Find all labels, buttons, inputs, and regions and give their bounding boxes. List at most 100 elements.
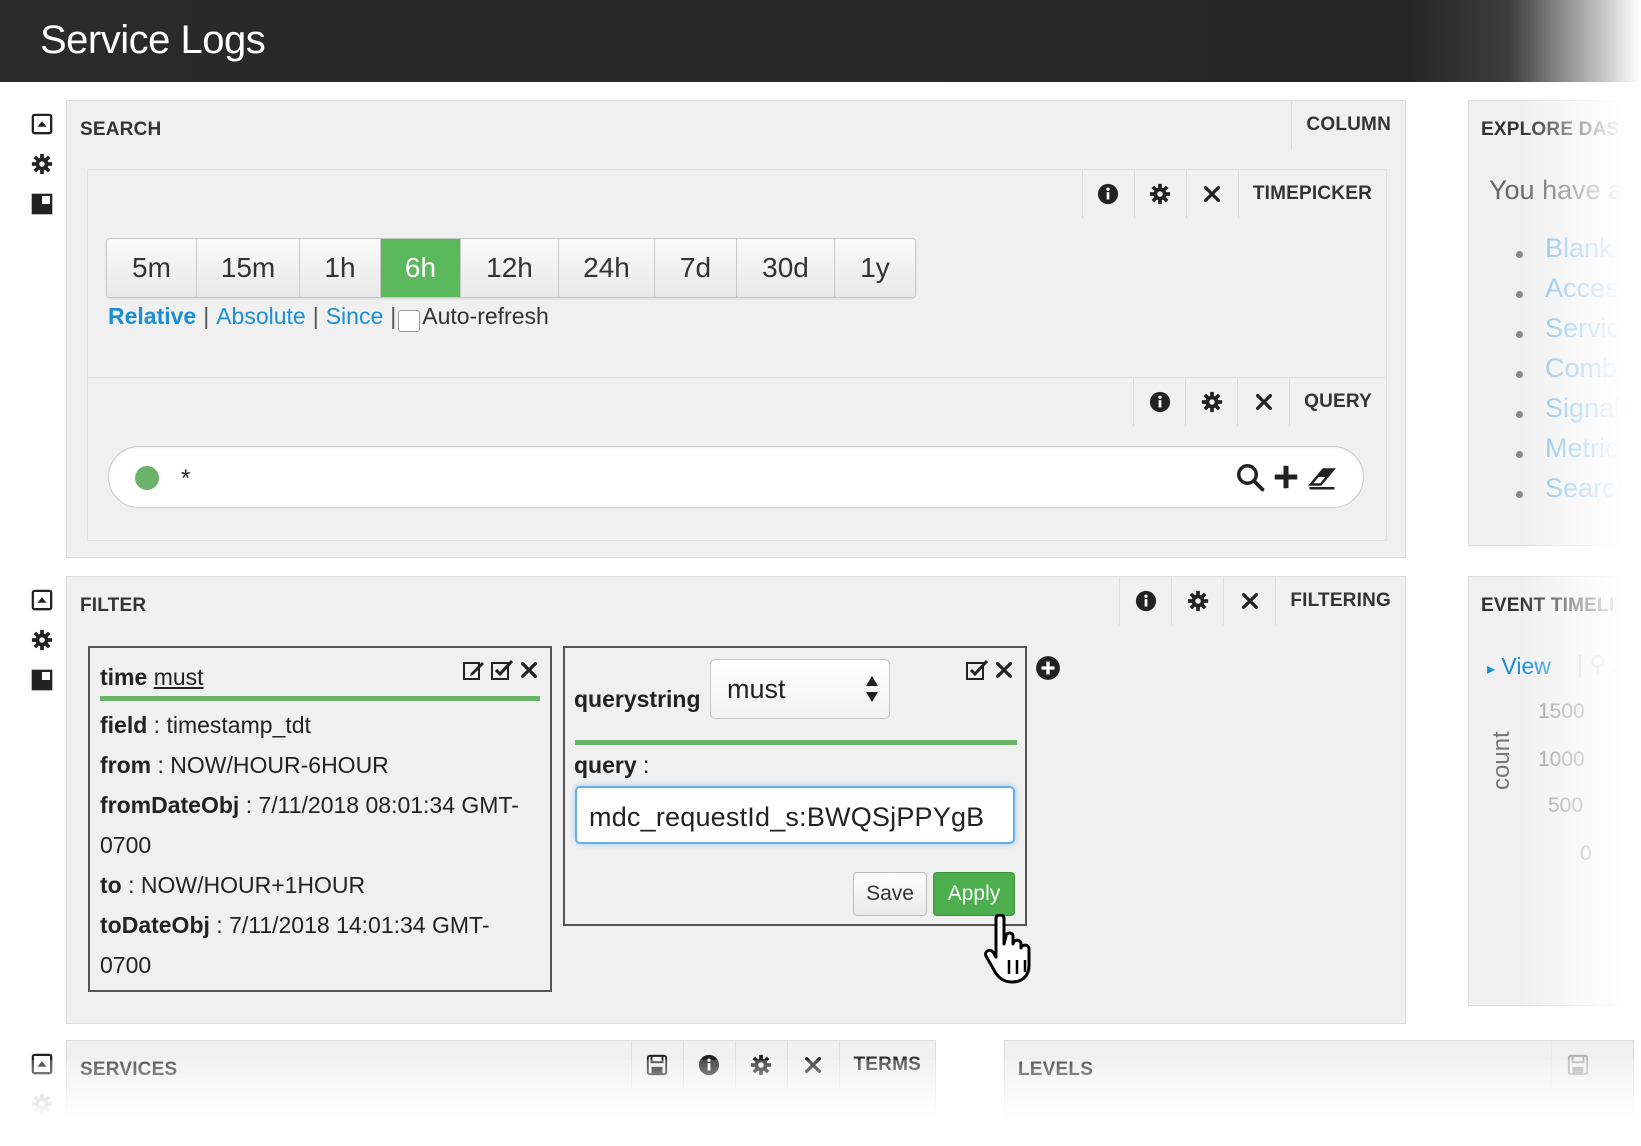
tab-terms[interactable]: TERMS <box>838 1041 935 1089</box>
time-range-button[interactable]: 12h <box>461 239 559 297</box>
time-range-button-active[interactable]: 6h <box>381 239 461 297</box>
filter-mode-link[interactable]: must <box>154 664 204 690</box>
bullet <box>1516 291 1523 298</box>
query-input[interactable]: * <box>108 446 1364 508</box>
bullet <box>1516 331 1523 338</box>
dashboard-link[interactable]: Combi <box>1545 353 1623 384</box>
close-icon[interactable] <box>993 659 1015 681</box>
gear-icon[interactable] <box>734 1041 787 1089</box>
autorefresh-label: Auto-refresh <box>422 303 549 329</box>
services-panel: SERVICES TERMS proxy 5,327 6000 <box>66 1040 936 1146</box>
gear-icon[interactable] <box>1171 577 1224 625</box>
separator: | <box>312 303 319 329</box>
time-range-button[interactable]: 7d <box>655 239 737 297</box>
panel-title: EVENT TIMELI <box>1481 595 1615 616</box>
time-filter-card <box>88 646 552 992</box>
row-controls-filter <box>30 588 58 708</box>
collapse-icon[interactable] <box>30 112 54 136</box>
time-mode-links: Relative | Absolute | Since | Auto-refre… <box>108 303 549 332</box>
y-tick: 500 <box>1548 794 1584 817</box>
separator: | <box>390 303 397 329</box>
zoom-link[interactable]: | ⚲ Z <box>1577 651 1627 678</box>
levels-panel: LEVELS ERROR 8,609 10000 <box>1004 1040 1634 1146</box>
app-header: Service Logs <box>0 0 1641 82</box>
dashboard-link[interactable]: Search <box>1545 473 1631 504</box>
close-icon[interactable] <box>1185 170 1238 218</box>
mode-select[interactable]: must <box>710 659 890 719</box>
info-icon[interactable] <box>1119 577 1172 625</box>
view-link[interactable]: ▸ View <box>1487 653 1551 680</box>
dashboard-link[interactable]: Signals <box>1545 393 1634 424</box>
info-icon[interactable] <box>682 1041 735 1089</box>
tab-timepicker[interactable]: TIMEPICKER <box>1237 170 1386 218</box>
panel-title: EXPLORE DASH <box>1481 119 1634 140</box>
info-icon[interactable] <box>1133 378 1186 426</box>
save-icon[interactable] <box>630 1041 683 1089</box>
tab-query[interactable]: QUERY <box>1289 378 1386 426</box>
autorefresh-checkbox[interactable] <box>398 309 421 332</box>
close-icon[interactable] <box>518 659 540 681</box>
save-button[interactable]: Save <box>853 872 927 916</box>
info-icon[interactable] <box>1081 170 1134 218</box>
add-filter-icon[interactable] <box>1035 655 1061 681</box>
collapse-icon[interactable] <box>30 1052 54 1076</box>
time-range-button[interactable]: 24h <box>559 239 655 297</box>
collapse-icon[interactable] <box>30 588 54 612</box>
bullet <box>1516 411 1523 418</box>
panel-title: SEARCH <box>80 119 162 140</box>
gear-icon[interactable] <box>1133 170 1186 218</box>
select-arrows-icon <box>866 676 878 702</box>
gear-icon[interactable] <box>30 152 54 176</box>
close-icon[interactable] <box>786 1041 839 1089</box>
tab-column[interactable]: COLUMN <box>1291 101 1405 149</box>
layout-icon[interactable] <box>30 668 54 692</box>
panel-title: SERVICES <box>80 1059 178 1080</box>
dashboard-link[interactable]: Service <box>1545 313 1635 344</box>
eraser-icon[interactable] <box>1307 462 1337 492</box>
querystring-input-value[interactable]: mdc_requestId_s:BWQSjPPYgB <box>589 802 984 833</box>
mode-absolute-link[interactable]: Absolute <box>216 303 306 330</box>
y-tick: 1500 <box>1538 700 1585 723</box>
layout-icon[interactable] <box>30 192 54 216</box>
time-range-button[interactable]: 1h <box>300 239 381 297</box>
time-range-button[interactable]: 15m <box>197 239 300 297</box>
dashboard-link[interactable]: Access <box>1545 273 1632 304</box>
row-controls-search <box>30 112 58 232</box>
filter-from-row: from : NOW/HOUR-6HOUR <box>100 752 389 778</box>
apply-button[interactable]: Apply <box>933 872 1015 916</box>
query-value[interactable]: * <box>181 465 190 493</box>
time-range-button[interactable]: 1y <box>835 239 915 297</box>
time-range-group: 5m 15m 1h 6h 12h 24h 7d 30d 1y <box>106 238 916 298</box>
query-status-dot[interactable] <box>135 466 159 490</box>
explore-intro: You have a <box>1489 175 1624 205</box>
filter-fromdate-row: fromDateObj : 7/11/2018 08:01:34 GMT- <box>100 792 519 818</box>
close-icon[interactable] <box>1237 378 1290 426</box>
tab-filtering[interactable]: FILTERING <box>1275 577 1405 625</box>
edit-icon[interactable] <box>462 658 486 682</box>
gear-icon[interactable] <box>30 1092 54 1116</box>
bullet <box>1516 451 1523 458</box>
gear-icon[interactable] <box>30 628 54 652</box>
save-icon[interactable] <box>1551 1041 1603 1089</box>
search-icon[interactable] <box>1235 462 1265 492</box>
check-icon[interactable] <box>965 658 989 682</box>
dashboard-link[interactable]: Metrics <box>1545 433 1632 464</box>
panel-title: LEVELS <box>1018 1059 1094 1080</box>
mode-select-value: must <box>727 674 786 704</box>
check-icon[interactable] <box>490 658 514 682</box>
term-label: proxy <box>169 1127 226 1146</box>
time-range-button[interactable]: 30d <box>737 239 835 297</box>
filter-status-rule <box>100 696 540 701</box>
row-controls-services <box>30 1052 58 1132</box>
filter-todate-row-cont: 0700 <box>100 952 152 978</box>
querystring-input[interactable]: mdc_requestId_s:BWQSjPPYgB <box>575 786 1015 844</box>
bullet <box>1516 251 1523 258</box>
plus-icon[interactable] <box>1271 462 1301 492</box>
close-icon[interactable] <box>1223 577 1276 625</box>
mode-relative-link[interactable]: Relative <box>108 303 196 330</box>
gear-icon[interactable] <box>1185 378 1238 426</box>
mode-since-link[interactable]: Since <box>326 303 384 330</box>
filter-fromdate-row-cont: 0700 <box>100 832 152 858</box>
time-range-button[interactable]: 5m <box>107 239 197 297</box>
dashboard-link[interactable]: Blank D <box>1545 233 1640 264</box>
